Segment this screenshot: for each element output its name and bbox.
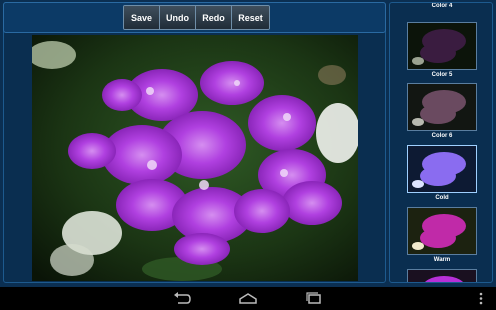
back-icon[interactable]: [172, 291, 192, 306]
undo-button[interactable]: Undo: [160, 6, 196, 29]
flower-photo: [32, 35, 358, 281]
thumbnail-color-4[interactable]: Color 4: [407, 3, 477, 9]
thumbnail-label: Color 6: [431, 133, 453, 139]
thumbnail-color-6[interactable]: Color 6: [407, 83, 477, 139]
thumbnail-image: [407, 207, 477, 255]
app-window: Save Undo Redo Reset Color 4 Color 5 Col…: [0, 0, 496, 287]
recent-apps-icon[interactable]: [304, 291, 324, 306]
redo-button[interactable]: Redo: [196, 6, 232, 29]
home-icon[interactable]: [238, 291, 258, 306]
thumbnail-cold[interactable]: Cold: [407, 145, 477, 201]
thumbnail-image: [407, 145, 477, 193]
reset-button[interactable]: Reset: [232, 6, 269, 29]
thumbnail-label: Color 5: [431, 72, 453, 78]
thumbnail-image: [407, 22, 477, 70]
system-navigation-bar: [0, 287, 496, 310]
thumbnail-label: Cold: [435, 195, 449, 201]
thumbnail-label: Warm: [433, 257, 451, 263]
thumbnail-image: [407, 83, 477, 131]
thumbnail-color-5[interactable]: Color 5: [407, 22, 477, 78]
filter-thumbnail-list[interactable]: Color 4 Color 5 Color 6 Cold Warm: [389, 2, 493, 283]
thumbnail-partial[interactable]: [407, 269, 477, 282]
overflow-menu-icon[interactable]: [476, 291, 486, 306]
thumbnail-warm[interactable]: Warm: [407, 207, 477, 263]
edit-toolbar: Save Undo Redo Reset: [123, 5, 270, 30]
edited-photo[interactable]: [32, 35, 358, 281]
save-button[interactable]: Save: [124, 6, 160, 29]
thumbnail-image: [407, 269, 477, 282]
thumbnail-label: Color 4: [431, 3, 453, 9]
